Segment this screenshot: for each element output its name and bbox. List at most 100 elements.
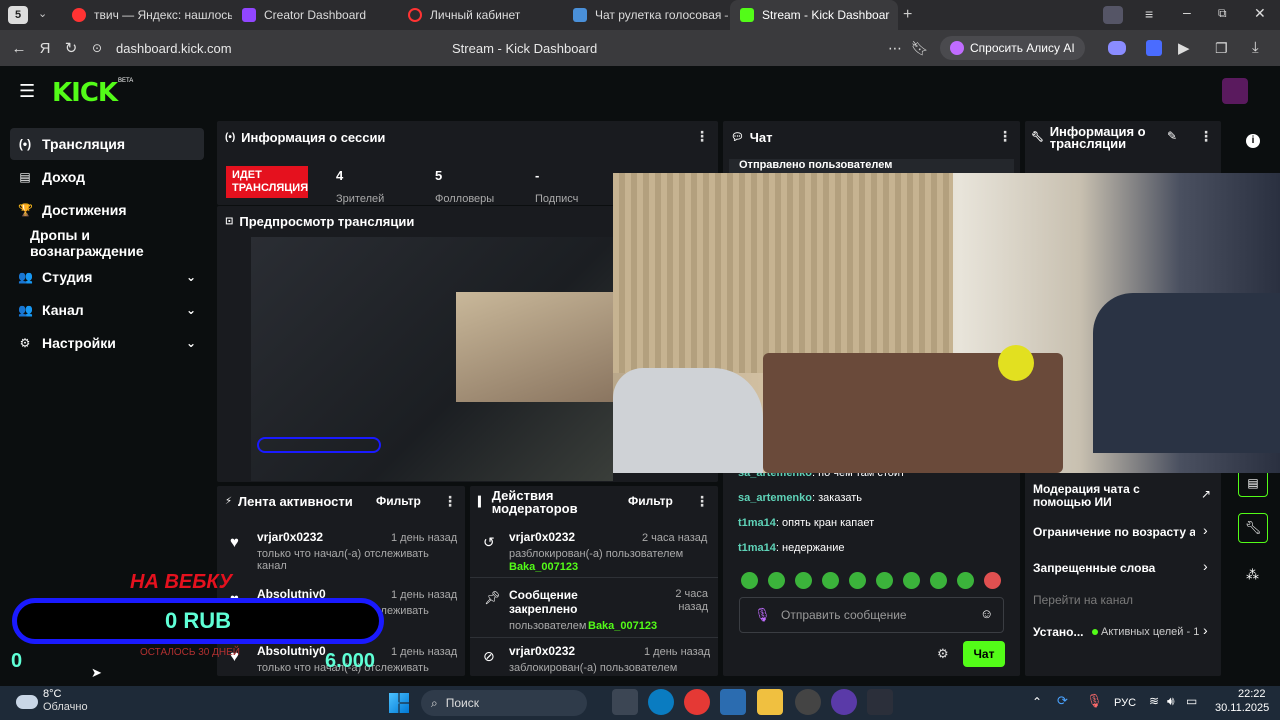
- download-icon[interactable]: ⤓: [1252, 39, 1259, 56]
- ai-moderation-link[interactable]: Модерация чата с помощью ИИ: [1033, 483, 1183, 509]
- browser-tab[interactable]: твич — Яндекс: нашлось: [62, 0, 232, 30]
- emote-icon[interactable]: [984, 572, 1001, 589]
- weather-temp[interactable]: 8°C: [43, 688, 61, 700]
- sidebar-item-studio[interactable]: 👥 Студия ⌄: [10, 261, 204, 293]
- mod-action-user[interactable]: vrjar0x0232: [509, 530, 575, 544]
- play-icon[interactable]: ▶: [1178, 39, 1190, 57]
- emote-icon[interactable]: [795, 572, 812, 589]
- maximize-icon[interactable]: ⧉: [1218, 6, 1227, 21]
- site-info-icon[interactable]: ⊙: [84, 35, 110, 61]
- more-options-icon[interactable]: ⋮: [443, 493, 457, 510]
- new-tab-icon[interactable]: +: [903, 6, 912, 24]
- browser-tab[interactable]: Личный кабинет: [398, 0, 563, 30]
- goals-setting[interactable]: Устано...: [1033, 625, 1084, 639]
- mod-action-target[interactable]: Baka_007123: [588, 620, 657, 632]
- language-indicator[interactable]: РУС: [1114, 697, 1136, 709]
- kick-logo[interactable]: KICK: [52, 78, 118, 108]
- store-icon[interactable]: [720, 689, 746, 715]
- tab-list-chevron-icon[interactable]: ⌄: [38, 7, 47, 20]
- game-icon[interactable]: [1108, 41, 1126, 55]
- sidebar-item-stream[interactable]: (•) Трансляция: [10, 128, 204, 160]
- age-restriction-setting[interactable]: Ограничение по возрасту а: [1033, 525, 1195, 539]
- ask-alice-button[interactable]: Спросить Алису AI: [940, 36, 1085, 60]
- menu-icon[interactable]: ≡: [1145, 6, 1153, 22]
- chat-send-button[interactable]: Чат: [963, 641, 1005, 667]
- start-button-icon[interactable]: [389, 693, 409, 713]
- emote-icon[interactable]: [768, 572, 785, 589]
- app-ring-icon[interactable]: [831, 689, 857, 715]
- edge-browser-icon[interactable]: [648, 689, 674, 715]
- file-explorer-icon[interactable]: [757, 689, 783, 715]
- activity-filter-button[interactable]: Фильтр: [376, 494, 421, 508]
- minimize-icon[interactable]: –: [1183, 4, 1191, 20]
- layout-icon[interactable]: ▤: [1238, 469, 1268, 497]
- share-icon[interactable]: ⁂: [1246, 567, 1259, 583]
- browser-tab-active[interactable]: Stream - Kick Dashboar✕: [730, 0, 898, 30]
- emote-icon[interactable]: [957, 572, 974, 589]
- back-icon[interactable]: ←: [6, 35, 32, 61]
- mod-filter-button[interactable]: Фильтр: [628, 494, 673, 508]
- emote-icon[interactable]: [849, 572, 866, 589]
- activity-user[interactable]: vrjar0x0232: [257, 530, 323, 544]
- activity-user[interactable]: Absolutniy0: [257, 644, 326, 658]
- app-sun-icon[interactable]: [867, 689, 893, 715]
- yandex-browser-icon[interactable]: [684, 689, 710, 715]
- sidebar-item-channel[interactable]: 👥 Канал ⌄: [10, 294, 204, 326]
- vpn-shield-icon[interactable]: [1146, 40, 1162, 56]
- edit-pencil-icon[interactable]: ✎: [1167, 129, 1177, 143]
- activity-text: только что начал(-а) отслеживать канал: [257, 548, 429, 572]
- tray-chevron-icon[interactable]: ⌃: [1032, 695, 1042, 709]
- sidebar-item-income[interactable]: ▤ Доход: [10, 161, 204, 193]
- bookmark-icon[interactable]: 🔖︎: [911, 40, 929, 57]
- taskbar-app-icon[interactable]: [612, 689, 638, 715]
- taskbar-search-box[interactable]: ⌕ Поиск: [421, 690, 587, 716]
- info-icon[interactable]: i: [1246, 134, 1260, 148]
- wrench-icon[interactable]: 🔧︎: [1238, 513, 1268, 543]
- browser-tab[interactable]: Creator Dashboard: [232, 0, 397, 30]
- microphone-icon[interactable]: 🎙︎: [754, 607, 771, 623]
- wifi-icon[interactable]: ≋: [1149, 694, 1159, 708]
- emote-icon[interactable]: [903, 572, 920, 589]
- weather-desc[interactable]: Облачно: [43, 701, 88, 713]
- profile-avatar-icon[interactable]: [1103, 6, 1123, 24]
- close-window-icon[interactable]: ✕: [1254, 5, 1266, 22]
- tray-sync-icon[interactable]: ⟳: [1057, 693, 1068, 709]
- emote-icon[interactable]: [876, 572, 893, 589]
- more-options-icon[interactable]: ⋮: [998, 128, 1012, 145]
- collections-icon[interactable]: ❐: [1215, 40, 1228, 57]
- tab-count-badge[interactable]: 5: [8, 6, 28, 24]
- browser-tab[interactable]: Чат рулетка голосовая –: [563, 0, 728, 30]
- tray-mic-icon[interactable]: 🎙︎: [1086, 693, 1103, 709]
- webcam-overlay-window[interactable]: [613, 173, 1280, 473]
- mod-action-target[interactable]: Baka_007123: [509, 561, 578, 573]
- volume-icon[interactable]: 🔊︎: [1167, 694, 1175, 709]
- clock-time[interactable]: 22:22: [1238, 688, 1266, 700]
- emote-icon[interactable]: [930, 572, 947, 589]
- mod-action-user[interactable]: vrjar0x0232: [509, 644, 575, 658]
- more-options-icon[interactable]: ⋮: [695, 128, 709, 145]
- clock-date[interactable]: 30.11.2025: [1215, 702, 1269, 714]
- close-tab-icon[interactable]: ✕: [897, 8, 898, 22]
- chat-input[interactable]: 🎙︎ Отправить сообщение ☺: [739, 597, 1004, 633]
- stream-preview-video[interactable]: [251, 237, 613, 481]
- more-options-icon[interactable]: ⋮: [695, 493, 709, 510]
- more-icon[interactable]: ⋯: [888, 40, 902, 57]
- emote-icon[interactable]: [822, 572, 839, 589]
- emoji-icon[interactable]: ☺: [980, 606, 993, 621]
- yandex-logo-icon[interactable]: Я: [32, 35, 58, 61]
- external-link-icon[interactable]: ↗: [1201, 487, 1211, 501]
- more-options-icon[interactable]: ⋮: [1199, 128, 1213, 145]
- sidebar-item-achievements[interactable]: 🏆 Достижения: [10, 194, 204, 226]
- sidebar-item-settings[interactable]: ⚙ Настройки ⌄: [10, 327, 204, 359]
- banned-words-setting[interactable]: Запрещенные слова: [1033, 561, 1155, 575]
- battery-icon[interactable]: ▭: [1186, 694, 1197, 708]
- obs-icon[interactable]: [795, 689, 821, 715]
- sidebar-item-drops[interactable]: Дропы и вознаграждение: [10, 227, 204, 259]
- chat-settings-icon[interactable]: ⚙: [937, 646, 949, 662]
- reload-icon[interactable]: ↻: [58, 35, 84, 61]
- emote-icon[interactable]: [741, 572, 758, 589]
- go-to-channel-link[interactable]: Перейти на канал: [1033, 593, 1133, 607]
- user-avatar[interactable]: [1222, 78, 1248, 104]
- url-field[interactable]: dashboard.kick.com: [116, 41, 232, 56]
- hamburger-menu-icon[interactable]: ☰: [19, 81, 35, 102]
